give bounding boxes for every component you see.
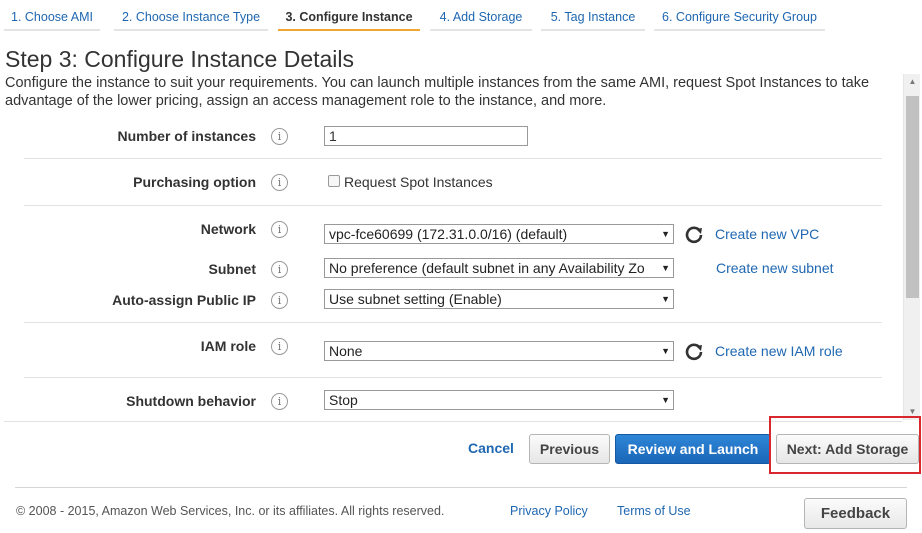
network-label: Network: [200, 221, 256, 237]
info-icon[interactable]: i: [271, 292, 288, 309]
wizard-tabs: 1. Choose AMI 2. Choose Instance Type 3.…: [0, 0, 922, 32]
auto-assign-public-ip-value: Use subnet setting (Enable): [329, 291, 502, 307]
subnet-select-value: No preference (default subnet in any Ava…: [329, 260, 645, 276]
create-new-vpc-link[interactable]: Create new VPC: [715, 226, 819, 242]
create-new-iam-role-link[interactable]: Create new IAM role: [715, 343, 843, 359]
copyright-text: © 2008 - 2015, Amazon Web Services, Inc.…: [16, 504, 445, 518]
auto-assign-public-ip-label: Auto-assign Public IP: [112, 292, 256, 308]
subnet-label: Subnet: [208, 261, 256, 277]
chevron-down-icon: ▼: [661, 263, 670, 273]
chevron-down-icon: ▼: [661, 395, 670, 405]
tab-tag-instance[interactable]: 5. Tag Instance: [541, 0, 645, 31]
scroll-up-arrow-icon[interactable]: ▲: [904, 74, 921, 90]
tab-add-storage[interactable]: 4. Add Storage: [430, 0, 532, 31]
page-title: Step 3: Configure Instance Details: [5, 46, 355, 72]
subnet-select[interactable]: No preference (default subnet in any Ava…: [324, 258, 674, 278]
auto-assign-public-ip-select[interactable]: Use subnet setting (Enable) ▼: [324, 289, 674, 309]
terms-of-use-link[interactable]: Terms of Use: [617, 504, 691, 518]
request-spot-instances-label[interactable]: Request Spot Instances: [344, 174, 493, 190]
highlight-box: [769, 416, 921, 474]
divider: [24, 205, 882, 206]
iam-role-value: None: [329, 343, 363, 359]
divider: [24, 377, 882, 378]
vertical-scrollbar[interactable]: ▲ ▼: [903, 74, 920, 420]
info-icon[interactable]: i: [271, 174, 288, 191]
page-description: Configure the instance to suit your requ…: [5, 75, 870, 109]
feedback-button[interactable]: Feedback: [804, 498, 907, 529]
tab-configure-security-group[interactable]: 6. Configure Security Group: [654, 0, 825, 31]
privacy-policy-link[interactable]: Privacy Policy: [510, 504, 588, 518]
divider: [24, 158, 882, 159]
tab-choose-instance-type[interactable]: 2. Choose Instance Type: [114, 0, 268, 31]
scroll-thumb[interactable]: [906, 96, 919, 298]
shutdown-behavior-select[interactable]: Stop ▼: [324, 390, 674, 410]
info-icon[interactable]: i: [271, 128, 288, 145]
info-icon[interactable]: i: [271, 261, 288, 278]
info-icon[interactable]: i: [271, 221, 288, 238]
create-new-subnet-link[interactable]: Create new subnet: [716, 260, 834, 276]
review-and-launch-button[interactable]: Review and Launch: [615, 434, 771, 464]
iam-role-label: IAM role: [200, 338, 256, 354]
tab-choose-ami[interactable]: 1. Choose AMI: [4, 0, 100, 31]
purchasing-option-label: Purchasing option: [133, 174, 256, 190]
tab-configure-instance[interactable]: 3. Configure Instance: [278, 0, 420, 31]
number-of-instances-label: Number of instances: [117, 128, 256, 144]
divider: [24, 322, 882, 323]
divider: [15, 487, 907, 488]
info-icon[interactable]: i: [271, 338, 288, 355]
cancel-button[interactable]: Cancel: [468, 440, 514, 456]
chevron-down-icon: ▼: [661, 346, 670, 356]
chevron-down-icon: ▼: [661, 229, 670, 239]
shutdown-behavior-label: Shutdown behavior: [126, 393, 256, 409]
refresh-icon[interactable]: [684, 341, 704, 361]
shutdown-behavior-value: Stop: [329, 392, 358, 408]
refresh-icon[interactable]: [684, 224, 704, 244]
chevron-down-icon: ▼: [661, 294, 670, 304]
previous-button[interactable]: Previous: [529, 434, 610, 464]
divider: [4, 421, 902, 422]
network-select-value: vpc-fce60699 (172.31.0.0/16) (default): [329, 226, 568, 242]
request-spot-instances-checkbox[interactable]: [328, 175, 340, 187]
number-of-instances-input[interactable]: 1: [324, 126, 528, 146]
iam-role-select[interactable]: None ▼: [324, 341, 674, 361]
info-icon[interactable]: i: [271, 393, 288, 410]
network-select[interactable]: vpc-fce60699 (172.31.0.0/16) (default) ▼: [324, 224, 674, 244]
